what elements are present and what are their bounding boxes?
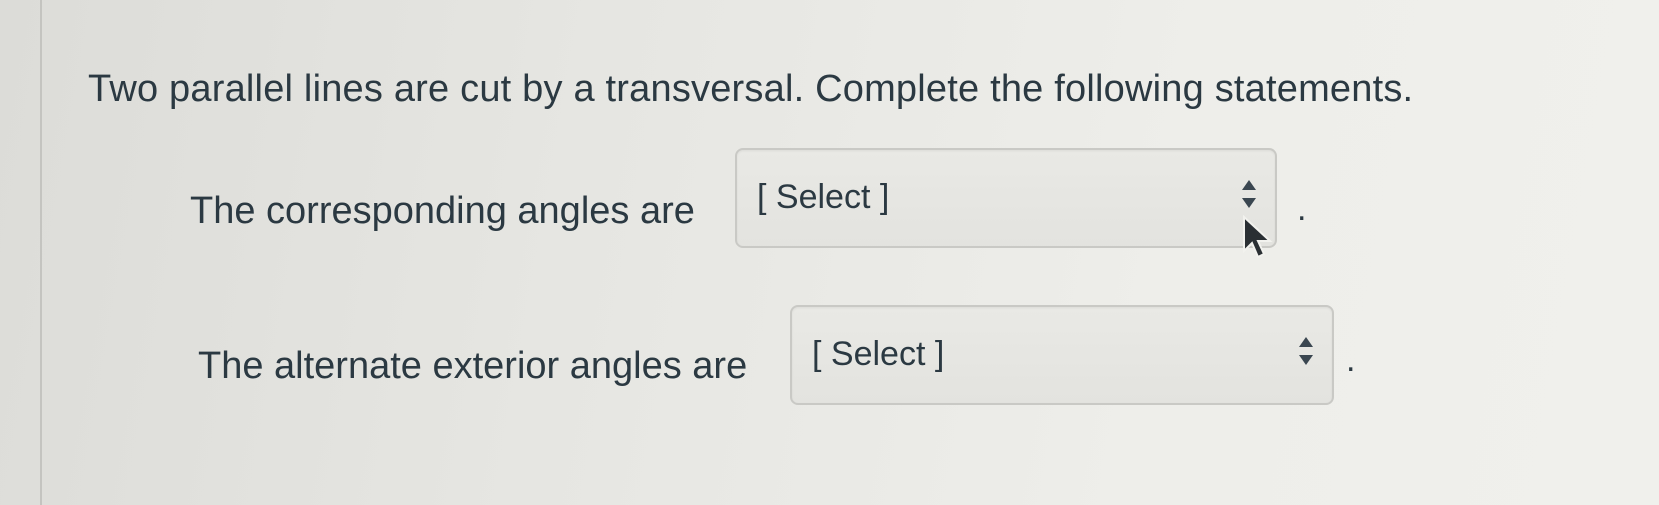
question-prompt: Two parallel lines are cut by a transver… xyxy=(88,68,1414,110)
up-down-arrows-icon xyxy=(1241,176,1257,212)
statement-period: . xyxy=(1346,341,1356,379)
statement-label: The alternate exterior angles are xyxy=(198,345,748,387)
corresponding-angles-select[interactable]: [ Select ] xyxy=(735,148,1277,248)
up-down-arrows-icon xyxy=(1298,333,1314,369)
left-border xyxy=(40,0,42,505)
alternate-exterior-angles-select[interactable]: [ Select ] xyxy=(790,305,1334,405)
mouse-pointer-icon xyxy=(1240,214,1280,265)
statement-label: The corresponding angles are xyxy=(190,190,695,232)
select-value: [ Select ] xyxy=(757,178,890,216)
statement-period: . xyxy=(1297,190,1307,228)
select-value: [ Select ] xyxy=(812,335,945,373)
